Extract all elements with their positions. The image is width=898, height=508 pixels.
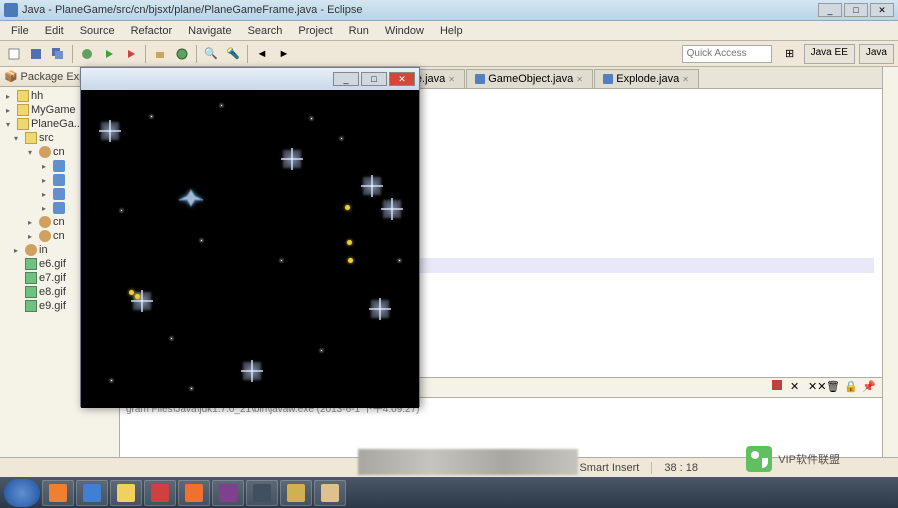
terminate-icon[interactable] bbox=[772, 380, 788, 396]
player-plane-sprite bbox=[177, 188, 205, 208]
window-title: Java - PlaneGame/src/cn/bjsxt/plane/Plan… bbox=[22, 4, 818, 16]
game-maximize-button[interactable]: □ bbox=[361, 72, 387, 86]
menu-search[interactable]: Search bbox=[241, 23, 290, 39]
close-tab-icon[interactable]: ✕ bbox=[682, 75, 690, 83]
bullet-sprite bbox=[345, 205, 350, 210]
perspective-java[interactable]: Java bbox=[859, 44, 894, 64]
scroll-lock-icon[interactable]: 🔒 bbox=[844, 380, 860, 396]
menu-project[interactable]: Project bbox=[291, 23, 339, 39]
close-button[interactable]: ✕ bbox=[870, 3, 894, 17]
taskbar-app-5[interactable] bbox=[178, 480, 210, 506]
bullet-sprite bbox=[347, 240, 352, 245]
bullet-sprite bbox=[129, 290, 134, 295]
menu-edit[interactable]: Edit bbox=[38, 23, 71, 39]
taskbar-app-3[interactable] bbox=[110, 480, 142, 506]
new-package-icon[interactable] bbox=[150, 44, 170, 64]
status-position: 38 : 18 bbox=[651, 462, 710, 474]
bullet-sprite bbox=[348, 258, 353, 263]
editor-tab[interactable]: GameObject.java✕ bbox=[466, 69, 593, 88]
game-close-button[interactable]: ✕ bbox=[389, 72, 415, 86]
redacted-area bbox=[358, 449, 578, 475]
remove-launch-icon[interactable]: ✕ bbox=[790, 380, 806, 396]
close-tab-icon[interactable]: ✕ bbox=[448, 75, 456, 83]
game-minimize-button[interactable]: _ bbox=[333, 72, 359, 86]
menu-help[interactable]: Help bbox=[433, 23, 470, 39]
menu-refactor[interactable]: Refactor bbox=[124, 23, 180, 39]
minimize-button[interactable]: _ bbox=[818, 3, 842, 17]
wechat-icon bbox=[746, 446, 772, 472]
save-icon[interactable] bbox=[26, 44, 46, 64]
game-window[interactable]: _ □ ✕ bbox=[80, 67, 420, 407]
editor-tab[interactable]: Explode.java✕ bbox=[594, 69, 699, 88]
debug-icon[interactable] bbox=[77, 44, 97, 64]
taskbar-app-1[interactable] bbox=[42, 480, 74, 506]
menu-run[interactable]: Run bbox=[342, 23, 376, 39]
run-last-icon[interactable] bbox=[121, 44, 141, 64]
taskbar-app-4[interactable] bbox=[144, 480, 176, 506]
maximize-button[interactable]: □ bbox=[844, 3, 868, 17]
bullet-sprite bbox=[135, 294, 140, 299]
new-class-icon[interactable] bbox=[172, 44, 192, 64]
pin-console-icon[interactable]: 📌 bbox=[862, 380, 878, 396]
open-perspective-icon[interactable]: ⊞ bbox=[780, 44, 800, 64]
menu-window[interactable]: Window bbox=[378, 23, 431, 39]
taskbar-app-2[interactable] bbox=[76, 480, 108, 506]
menu-source[interactable]: Source bbox=[73, 23, 122, 39]
remove-all-icon[interactable]: ✕✕ bbox=[808, 380, 824, 396]
eclipse-icon bbox=[4, 3, 18, 17]
quick-access-input[interactable] bbox=[682, 45, 772, 63]
menu-navigate[interactable]: Navigate bbox=[181, 23, 238, 39]
clear-console-icon[interactable]: 🗑 bbox=[826, 380, 842, 396]
perspective-javaee[interactable]: Java EE bbox=[804, 44, 855, 64]
taskbar-app-9[interactable] bbox=[314, 480, 346, 506]
back-icon[interactable]: ◄ bbox=[252, 44, 272, 64]
start-button[interactable] bbox=[4, 479, 40, 507]
taskbar-app-7[interactable] bbox=[246, 480, 278, 506]
watermark: VIP软件联盟 bbox=[746, 446, 840, 472]
open-type-icon[interactable]: 🔍 bbox=[201, 44, 221, 64]
forward-icon[interactable]: ► bbox=[274, 44, 294, 64]
save-all-icon[interactable] bbox=[48, 44, 68, 64]
game-canvas bbox=[81, 90, 419, 408]
taskbar-app-8[interactable] bbox=[280, 480, 312, 506]
menu-file[interactable]: File bbox=[4, 23, 36, 39]
new-icon[interactable] bbox=[4, 44, 24, 64]
run-icon[interactable] bbox=[99, 44, 119, 64]
close-tab-icon[interactable]: ✕ bbox=[576, 75, 584, 83]
taskbar-app-6[interactable] bbox=[212, 480, 244, 506]
outline-ruler bbox=[882, 67, 898, 457]
search-icon[interactable]: 🔦 bbox=[223, 44, 243, 64]
windows-taskbar[interactable] bbox=[0, 477, 898, 508]
status-mode: Smart Insert bbox=[566, 462, 651, 474]
